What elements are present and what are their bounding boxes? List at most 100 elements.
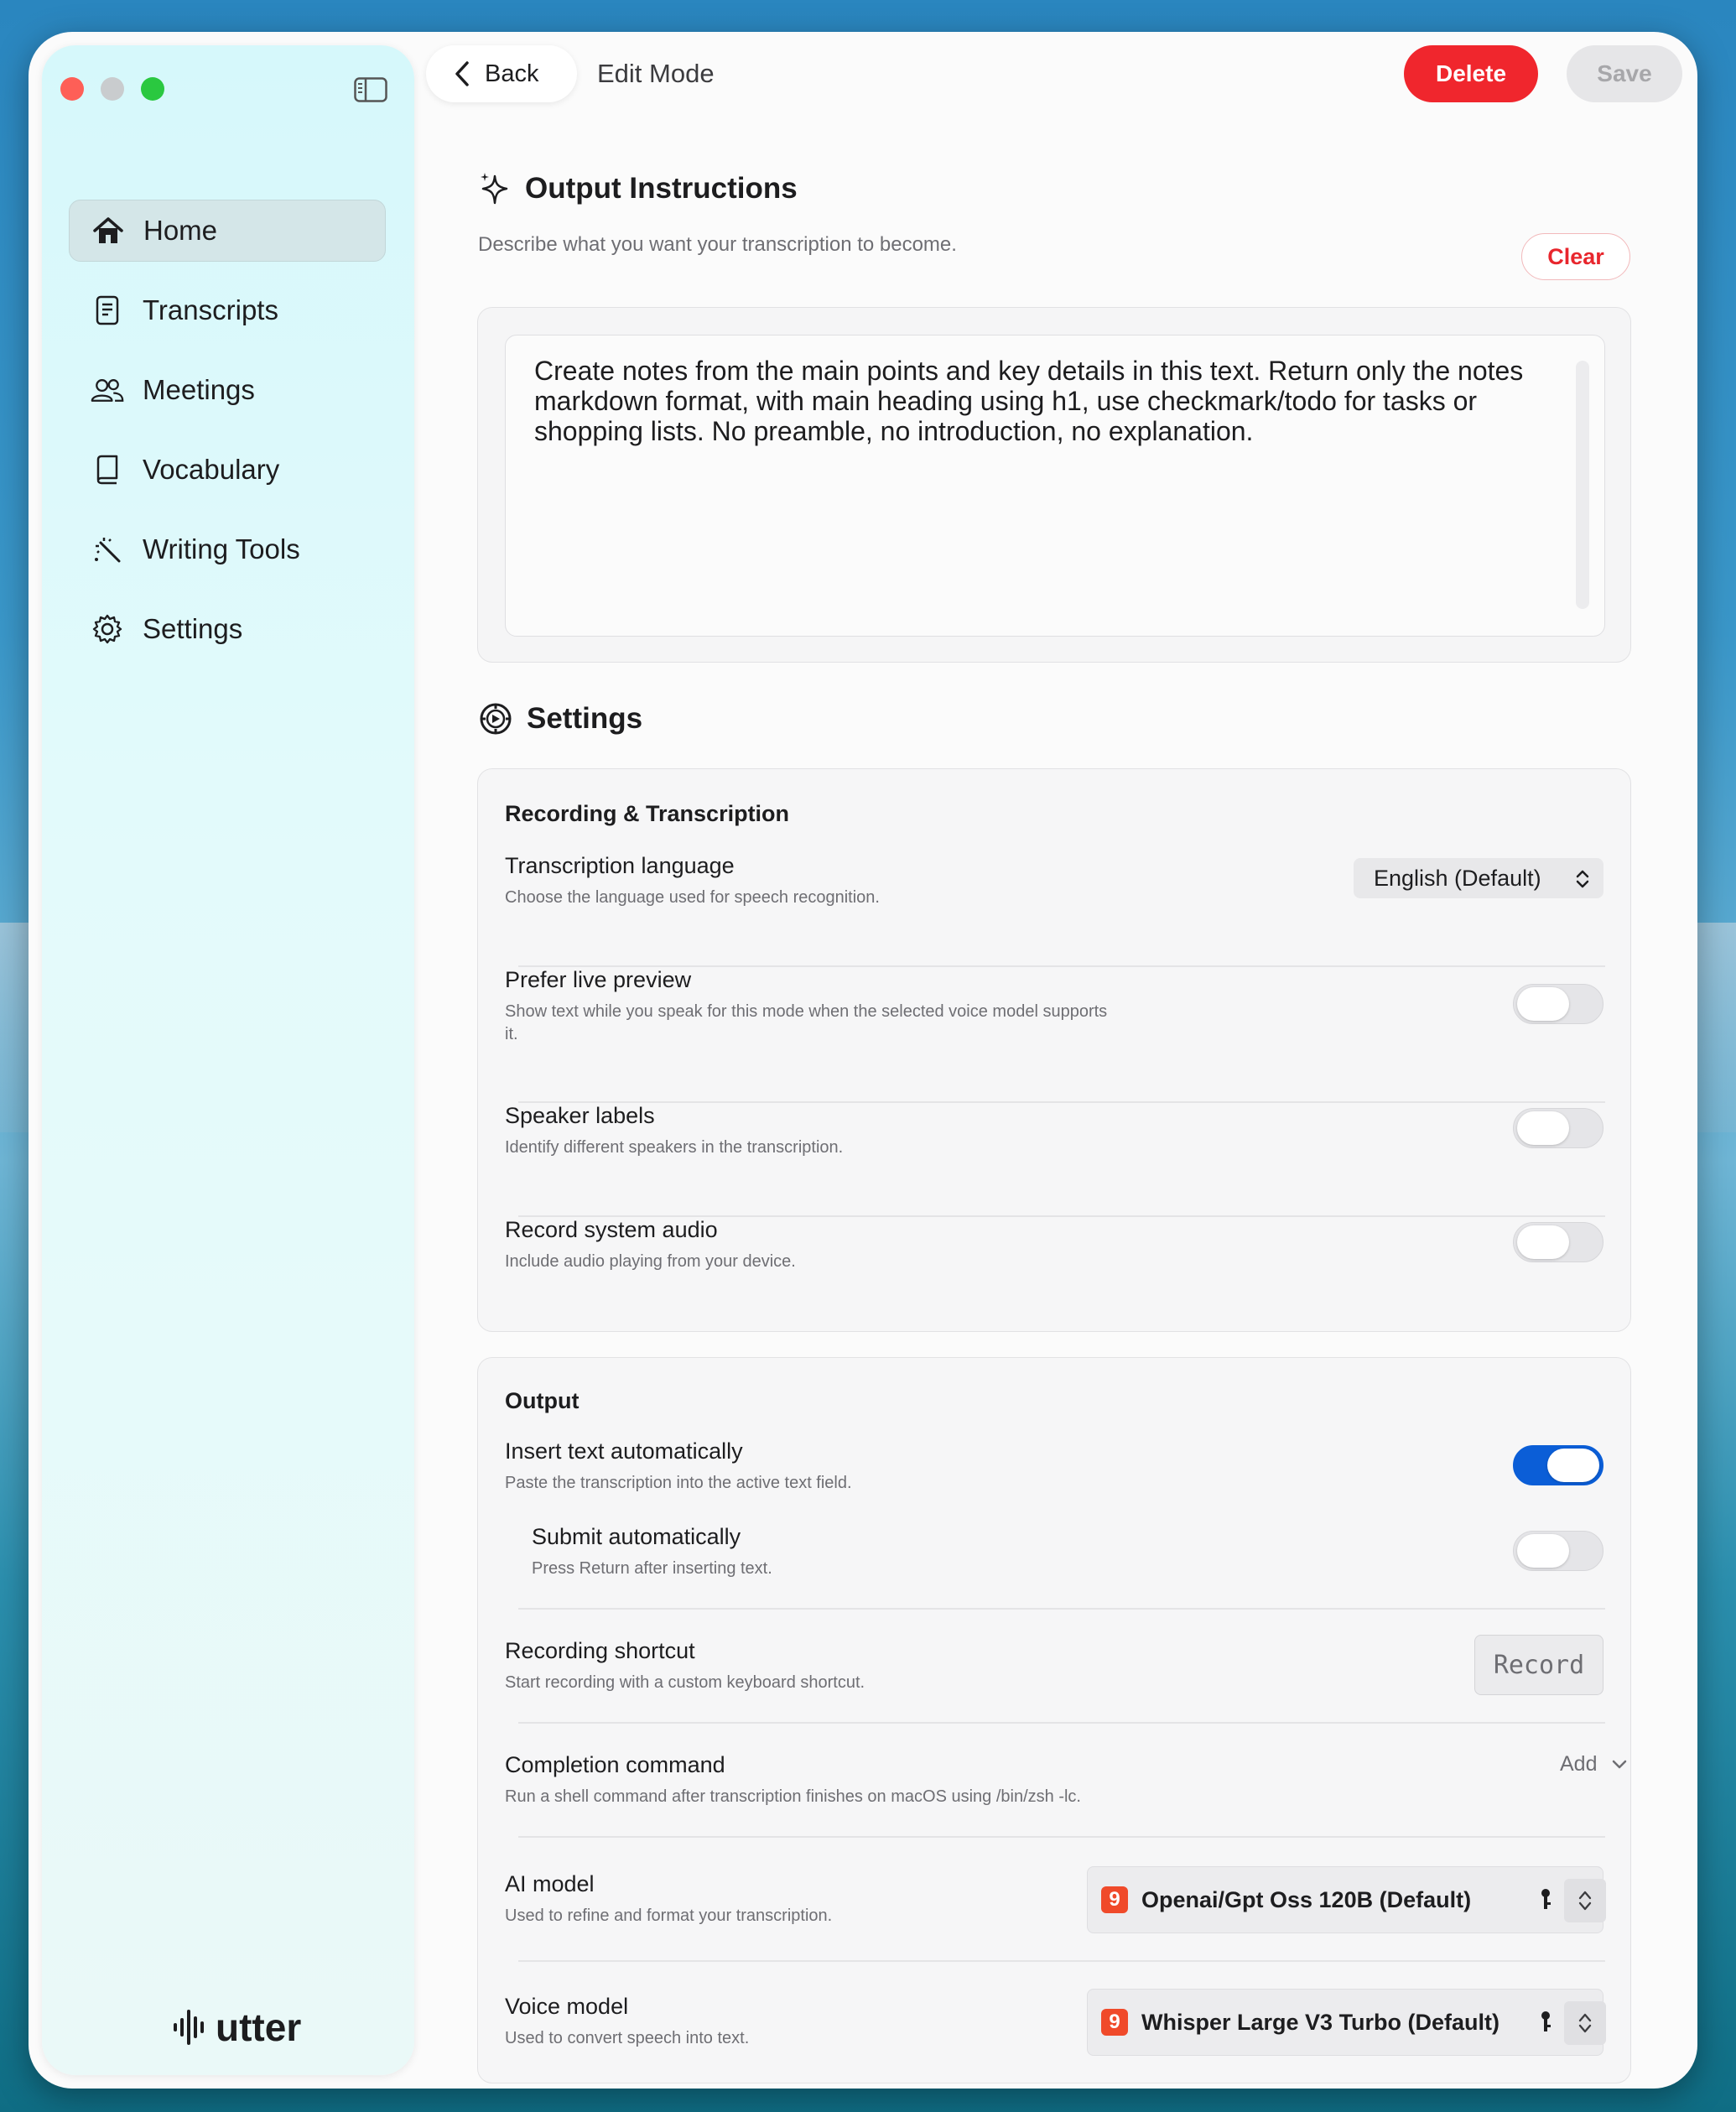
add-completion-command-button[interactable]: Add xyxy=(1560,1752,1627,1776)
card-heading: Recording & Transcription xyxy=(505,801,790,826)
sidebar-item-transcripts[interactable]: Transcripts xyxy=(69,279,386,341)
instructions-text: Create notes from the main points and ke… xyxy=(534,356,1524,446)
sidebar-toggle-icon[interactable] xyxy=(354,77,387,102)
toggle-knob xyxy=(1547,1449,1599,1482)
row-subtitle: Show text while you speak for this mode … xyxy=(505,1002,1108,1043)
output-instructions-heading: Output Instructions xyxy=(478,171,798,206)
row-subtitle: Choose the language used for speech reco… xyxy=(505,888,880,907)
sparkles-icon xyxy=(478,171,512,206)
row-title: Prefer live preview xyxy=(505,967,692,992)
add-label: Add xyxy=(1560,1752,1598,1776)
row-subtitle: Used to convert speech into text. xyxy=(505,2029,750,2047)
row-title: Speaker labels xyxy=(505,1103,655,1128)
sidebar-item-meetings[interactable]: Meetings xyxy=(69,359,386,421)
provider-logo-icon: 9 xyxy=(1101,1886,1128,1913)
sidebar-item-home[interactable]: Home xyxy=(69,200,386,262)
sidebar-item-writing-tools[interactable]: Writing Tools xyxy=(69,518,386,580)
submit-automatically-toggle[interactable] xyxy=(1513,1531,1603,1571)
row-subtitle: Used to refine and format your transcrip… xyxy=(505,1907,833,1925)
row-title: Recording shortcut xyxy=(505,1638,695,1663)
app-logo: utter xyxy=(172,2005,301,2050)
row-subtitle: Run a shell command after transcription … xyxy=(505,1787,1081,1806)
recording-settings-card: Recording & Transcription Transcription … xyxy=(477,768,1631,1332)
sidebar-item-label: Vocabulary xyxy=(143,454,280,485)
toggle-knob xyxy=(1517,1111,1569,1145)
sidebar-item-settings[interactable]: Settings xyxy=(69,598,386,660)
insert-automatically-toggle[interactable] xyxy=(1513,1445,1603,1485)
row-title: Voice model xyxy=(505,1994,629,2019)
row-subtitle: Paste the transcription into the active … xyxy=(505,1474,852,1492)
divider xyxy=(518,1608,1605,1610)
updown-chevron-icon xyxy=(1576,870,1589,888)
voice-model-select[interactable]: 9 Whisper Large V3 Turbo (Default) xyxy=(1087,1989,1606,2056)
sidebar-item-label: Meetings xyxy=(143,374,255,405)
logo-text: utter xyxy=(216,2005,302,2049)
document-icon xyxy=(91,294,124,327)
sidebar-item-label: Writing Tools xyxy=(143,533,300,564)
row-title: Completion command xyxy=(505,1752,725,1777)
sidebar: Home Transcripts Meetings Vocabulary Wri… xyxy=(42,45,414,2075)
row-title: Insert text automatically xyxy=(505,1438,743,1464)
divider xyxy=(518,1836,1605,1838)
waveform-icon xyxy=(174,2010,204,2045)
voice-model-value: Whisper Large V3 Turbo (Default) xyxy=(1141,2009,1500,2035)
divider xyxy=(518,1960,1605,1962)
row-subtitle: Press Return after inserting text. xyxy=(532,1559,772,1578)
sidebar-item-label: Home xyxy=(143,215,218,246)
magic-wand-icon xyxy=(91,533,124,566)
book-icon xyxy=(91,453,124,486)
chevron-left-icon xyxy=(455,61,469,86)
toggle-knob xyxy=(1517,987,1569,1021)
minimize-window-button[interactable] xyxy=(101,77,124,101)
output-instructions-description: Describe what you want your transcriptio… xyxy=(478,233,957,256)
chevron-down-icon xyxy=(1613,1760,1627,1768)
row-title: AI model xyxy=(505,1871,595,1896)
sidebar-item-label: Settings xyxy=(143,613,243,644)
section-title-text: Settings xyxy=(527,702,643,735)
close-window-button[interactable] xyxy=(60,77,84,101)
settings-heading: Settings xyxy=(478,701,642,736)
record-shortcut-button[interactable]: Record xyxy=(1474,1635,1603,1695)
scrollbar[interactable] xyxy=(1576,361,1589,609)
row-subtitle: Include audio playing from your device. xyxy=(505,1252,796,1271)
language-select[interactable]: English (Default) xyxy=(1354,858,1603,898)
sidebar-item-vocabulary[interactable]: Vocabulary xyxy=(69,439,386,501)
section-title-text: Output Instructions xyxy=(525,172,798,205)
row-title: Record system audio xyxy=(505,1217,718,1242)
page-title: Edit Mode xyxy=(597,59,715,88)
output-settings-card: Output Insert text automatically Paste t… xyxy=(477,1357,1631,2083)
live-preview-toggle[interactable] xyxy=(1513,984,1603,1024)
instructions-textarea[interactable]: Create notes from the main points and ke… xyxy=(505,335,1605,637)
system-audio-toggle[interactable] xyxy=(1513,1222,1603,1262)
home-icon xyxy=(91,214,125,247)
language-select-value: English (Default) xyxy=(1374,865,1541,891)
app-window: Home Transcripts Meetings Vocabulary Wri… xyxy=(29,32,1697,2089)
key-icon[interactable] xyxy=(1539,2010,1552,2035)
updown-chevron-icon xyxy=(1578,2013,1592,2033)
settings-dial-icon xyxy=(478,701,513,736)
toggle-knob xyxy=(1517,1534,1569,1568)
voice-model-stepper[interactable] xyxy=(1564,2001,1606,2045)
ai-model-stepper[interactable] xyxy=(1564,1879,1606,1922)
people-icon xyxy=(91,373,124,407)
row-title: Transcription language xyxy=(505,853,735,878)
sidebar-nav: Home Transcripts Meetings Vocabulary Wri… xyxy=(69,200,386,678)
delete-button[interactable]: Delete xyxy=(1404,45,1538,102)
sidebar-item-label: Transcripts xyxy=(143,294,278,325)
zoom-window-button[interactable] xyxy=(141,77,164,101)
ai-model-value: Openai/Gpt Oss 120B (Default) xyxy=(1141,1886,1472,1912)
row-subtitle: Start recording with a custom keyboard s… xyxy=(505,1673,865,1692)
updown-chevron-icon xyxy=(1578,1891,1592,1911)
key-icon[interactable] xyxy=(1539,1887,1552,1912)
instructions-card: Create notes from the main points and ke… xyxy=(477,307,1631,663)
speaker-labels-toggle[interactable] xyxy=(1513,1108,1603,1148)
divider xyxy=(518,1101,1605,1103)
row-title: Submit automatically xyxy=(532,1524,741,1549)
clear-button[interactable]: Clear xyxy=(1521,233,1630,280)
ai-model-select[interactable]: 9 Openai/Gpt Oss 120B (Default) xyxy=(1087,1866,1606,1933)
save-button[interactable]: Save xyxy=(1567,45,1682,102)
back-button[interactable]: Back xyxy=(426,45,577,102)
row-subtitle: Identify different speakers in the trans… xyxy=(505,1138,844,1157)
provider-logo-icon: 9 xyxy=(1101,2009,1128,2036)
gear-icon xyxy=(91,612,124,646)
